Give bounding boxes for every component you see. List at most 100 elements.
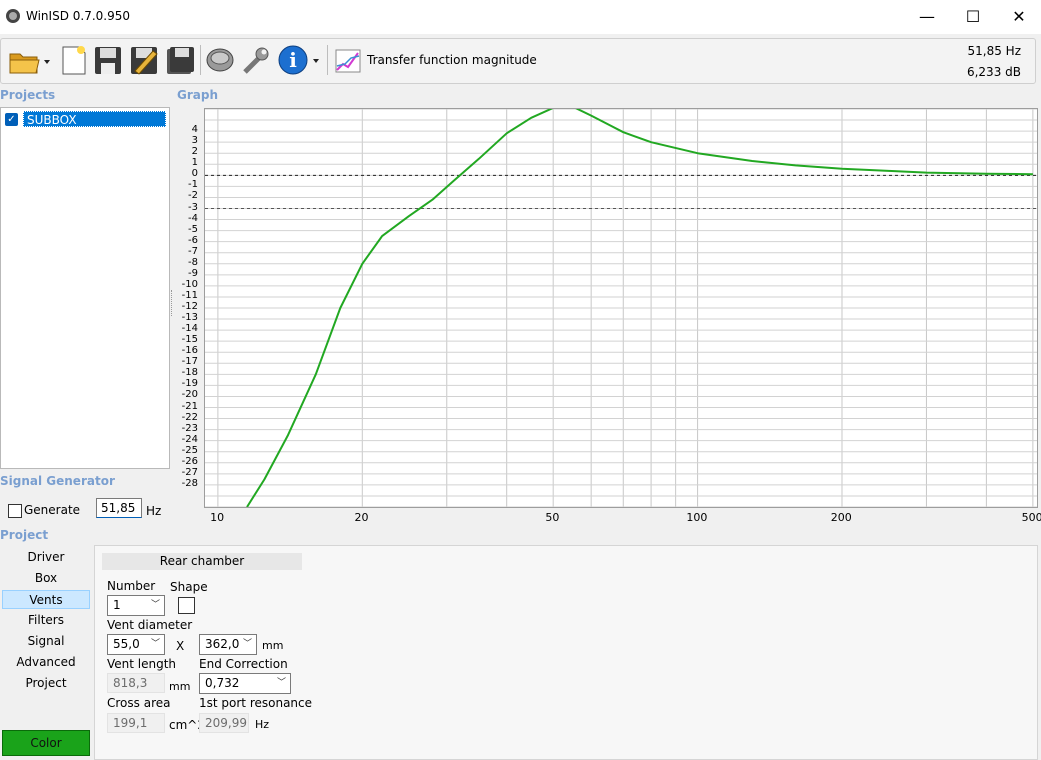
nav-signal[interactable]: Signal xyxy=(2,632,90,651)
vent-diameter-value: 55,0 xyxy=(113,637,140,651)
y-tick-label: -22 xyxy=(181,411,198,423)
graph-header: Graph xyxy=(177,88,218,102)
nav-project[interactable]: Project xyxy=(2,674,90,693)
nav-vents[interactable]: Vents xyxy=(2,590,90,609)
graph-icon[interactable] xyxy=(333,44,363,76)
x-tick-label: 10 xyxy=(210,511,225,524)
generator-unit: Hz xyxy=(146,504,162,518)
y-tick-label: -6 xyxy=(188,234,198,246)
frequency-readout: 51,85 Hz xyxy=(967,44,1022,58)
end-correction-select[interactable]: 0,732 ﹀ xyxy=(199,673,291,694)
generate-checkbox[interactable] xyxy=(8,504,22,518)
info-icon[interactable]: i xyxy=(277,44,323,76)
x-tick-label: 50 xyxy=(545,511,560,524)
y-tick-label: -10 xyxy=(181,278,198,290)
splitter-handle[interactable] xyxy=(171,290,174,316)
y-tick-label: -11 xyxy=(181,289,198,301)
project-checkbox[interactable]: ✓ xyxy=(5,113,18,126)
length-unit: mm xyxy=(169,680,191,693)
plot-area xyxy=(205,109,1037,507)
vent-diameter-label: Vent diameter xyxy=(107,618,193,632)
x-tick-label: 20 xyxy=(354,511,369,524)
nav-advanced[interactable]: Advanced xyxy=(2,653,90,672)
y-tick-label: -4 xyxy=(188,212,198,224)
level-readout: 6,233 dB xyxy=(966,65,1021,79)
y-tick-label: -21 xyxy=(181,400,198,412)
y-tick-label: -28 xyxy=(181,477,198,489)
number-select[interactable]: 1 ﹀ xyxy=(107,595,165,616)
cross-area-field: 199,1 xyxy=(107,713,165,733)
y-tick-label: 4 xyxy=(191,124,198,136)
shape-checkbox[interactable] xyxy=(178,597,195,614)
edit-save-icon[interactable] xyxy=(129,44,159,76)
rear-chamber-header: Rear chamber xyxy=(102,553,302,570)
y-tick-label: -12 xyxy=(181,301,198,312)
project-list[interactable]: ✓ SUBBOX xyxy=(0,107,170,469)
y-tick-label: -2 xyxy=(188,190,198,202)
y-tick-label: -26 xyxy=(181,455,198,467)
window-title: WinISD 0.7.0.950 xyxy=(26,9,131,23)
nav-filters[interactable]: Filters xyxy=(2,611,90,630)
y-tick-label: 3 xyxy=(191,135,198,147)
y-tick-label: 0 xyxy=(191,168,198,180)
list-item[interactable]: ✓ SUBBOX xyxy=(3,111,167,128)
save-icon[interactable] xyxy=(93,44,123,76)
y-tick-label: -9 xyxy=(188,267,198,279)
end-correction-label: End Correction xyxy=(199,657,288,671)
y-tick-label: -24 xyxy=(181,433,198,445)
y-tick-label: -15 xyxy=(181,334,198,346)
y-tick-label: -19 xyxy=(181,378,198,390)
signal-generator-header: Signal Generator xyxy=(0,474,115,488)
speaker-driver-icon[interactable] xyxy=(205,44,235,76)
vent-diameter2-value: 362,0 xyxy=(205,637,240,651)
toolbar: i Transfer function magnitude 51,85 Hz 6… xyxy=(0,38,1036,84)
vent-length-label: Vent length xyxy=(107,657,177,671)
chevron-down-icon: ﹀ xyxy=(150,639,160,649)
y-tick-label: -7 xyxy=(188,245,198,257)
generate-label: Generate xyxy=(24,503,81,517)
x-tick-label: 500 xyxy=(1021,511,1041,524)
resonance-unit: Hz xyxy=(255,718,270,731)
nav-driver[interactable]: Driver xyxy=(2,548,90,567)
app-speaker-icon xyxy=(6,9,20,23)
port-resonance-label: 1st port resonance xyxy=(199,696,313,710)
y-tick-label: -5 xyxy=(188,223,198,235)
close-button[interactable]: ✕ xyxy=(996,0,1041,32)
projects-header: Projects xyxy=(0,88,56,102)
vent-diameter-select[interactable]: 55,0 ﹀ xyxy=(107,634,165,655)
chevron-down-icon: ﹀ xyxy=(150,600,160,610)
x-tick-label: 100 xyxy=(686,511,708,524)
end-correction-value: 0,732 xyxy=(205,676,240,690)
svg-text:i: i xyxy=(289,48,297,72)
y-tick-label: -27 xyxy=(181,466,198,478)
y-tick-label: -23 xyxy=(181,422,198,434)
shape-label: Shape xyxy=(170,580,208,594)
save-all-icon[interactable] xyxy=(165,44,195,76)
color-button[interactable]: Color xyxy=(2,730,90,756)
vent-diameter2-select[interactable]: 362,0 ﹀ xyxy=(199,634,257,655)
graph-type-label[interactable]: Transfer function magnitude xyxy=(367,53,537,67)
generator-frequency-input[interactable]: 51,85 xyxy=(96,498,142,518)
y-tick-label: -16 xyxy=(181,345,198,357)
number-label: Number xyxy=(107,579,156,593)
y-tick-label: -13 xyxy=(181,312,198,324)
response-graph[interactable] xyxy=(204,108,1038,508)
cross-area-label: Cross area xyxy=(107,696,171,710)
nav-box[interactable]: Box xyxy=(2,569,90,588)
wrench-icon[interactable] xyxy=(241,44,271,76)
minimize-button[interactable]: — xyxy=(904,0,950,32)
project-name[interactable]: SUBBOX xyxy=(23,111,166,127)
new-document-icon[interactable] xyxy=(59,44,89,76)
title-bar: WinISD 0.7.0.950 — ☐ ✕ xyxy=(0,0,1041,34)
maximize-button[interactable]: ☐ xyxy=(950,0,996,32)
y-tick-label: -14 xyxy=(181,323,198,335)
x-separator: X xyxy=(176,639,185,653)
port-resonance-field: 209,99 xyxy=(199,713,249,733)
y-tick-label: 1 xyxy=(191,157,198,169)
y-tick-label: -25 xyxy=(181,444,198,456)
y-tick-label: -3 xyxy=(188,201,198,213)
chevron-down-icon: ﹀ xyxy=(276,678,286,688)
open-folder-icon[interactable] xyxy=(7,44,51,76)
project-header: Project xyxy=(0,528,49,542)
y-tick-label: -17 xyxy=(181,356,198,368)
